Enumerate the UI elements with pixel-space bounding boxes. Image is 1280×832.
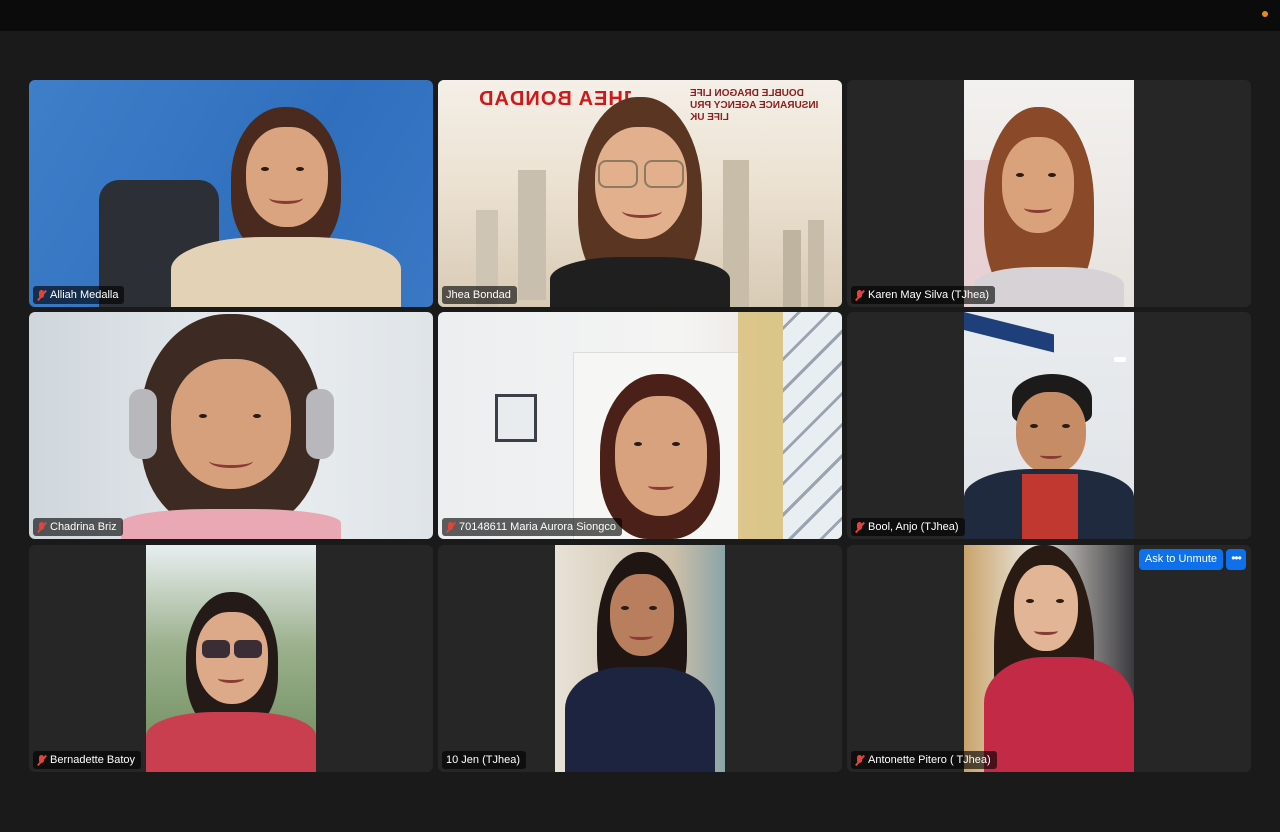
participant-video [29, 80, 433, 307]
participant-figure [101, 314, 361, 539]
participant-name-label: Antonette Pitero ( TJhea) [851, 751, 997, 769]
participant-name-label: 10 Jen (TJhea) [442, 751, 526, 769]
microphone-muted-icon [37, 289, 46, 301]
participant-figure [560, 374, 760, 539]
participant-figure [151, 97, 411, 307]
participant-figure [964, 545, 1134, 772]
participant-name-label: Alliah Medalla [33, 286, 125, 304]
video-tile-alliah-medalla[interactable]: Alliah Medalla [29, 80, 433, 307]
participant-figure [146, 592, 316, 772]
participant-video [964, 545, 1134, 772]
headphones-icon [129, 389, 157, 459]
participant-video [964, 80, 1134, 307]
recording-indicator-icon [1262, 11, 1268, 17]
participant-figure [964, 107, 1134, 307]
video-tile-jhea-bondad[interactable]: JHEA BONDAD DOUBLE DRAGON LIFE INSURANCE… [438, 80, 842, 307]
video-tile-karen-may-silva[interactable]: Karen May Silva (TJhea) [847, 80, 1251, 307]
participant-video [964, 312, 1134, 539]
microphone-muted-icon [855, 521, 864, 533]
video-tile-antonette-pitero[interactable]: Antonette Pitero ( TJhea) Ask to Unmute … [847, 545, 1251, 772]
participant-figure [964, 374, 1134, 539]
participant-video [146, 545, 316, 772]
participant-figure [555, 552, 725, 772]
ask-to-unmute-button[interactable]: Ask to Unmute [1138, 549, 1223, 570]
microphone-muted-icon [37, 754, 46, 766]
participant-video [555, 545, 725, 772]
top-bar [0, 0, 1280, 31]
participant-video: JHEA BONDAD DOUBLE DRAGON LIFE INSURANCE… [438, 80, 842, 307]
participant-name-label: Chadrina Briz [33, 518, 123, 536]
participant-video [438, 312, 842, 539]
microphone-muted-icon [855, 289, 864, 301]
participant-name-label: Karen May Silva (TJhea) [851, 286, 996, 304]
video-tile-bernadette-batoy[interactable]: Bernadette Batoy [29, 545, 433, 772]
wall-picture-frame [495, 394, 537, 442]
participant-name-label: Jhea Bondad [442, 286, 517, 304]
video-tile-10-jen[interactable]: 10 Jen (TJhea) [438, 545, 842, 772]
video-tile-maria-aurora-siongco[interactable]: 70148611 Maria Aurora Siongco [438, 312, 842, 539]
participant-figure [510, 92, 770, 307]
video-tile-chadrina-briz[interactable]: Chadrina Briz [29, 312, 433, 539]
microphone-muted-icon [446, 521, 455, 533]
participant-video [29, 312, 433, 539]
more-options-button[interactable]: ••• [1226, 549, 1246, 570]
video-tile-bool-anjo[interactable]: Bool, Anjo (TJhea) [847, 312, 1251, 539]
participant-name-label: Bernadette Batoy [33, 751, 142, 769]
sunglasses-icon [202, 640, 230, 658]
microphone-muted-icon [37, 521, 46, 533]
participant-name-label: 70148611 Maria Aurora Siongco [442, 518, 622, 536]
participant-name-label: Bool, Anjo (TJhea) [851, 518, 965, 536]
microphone-muted-icon [855, 754, 864, 766]
